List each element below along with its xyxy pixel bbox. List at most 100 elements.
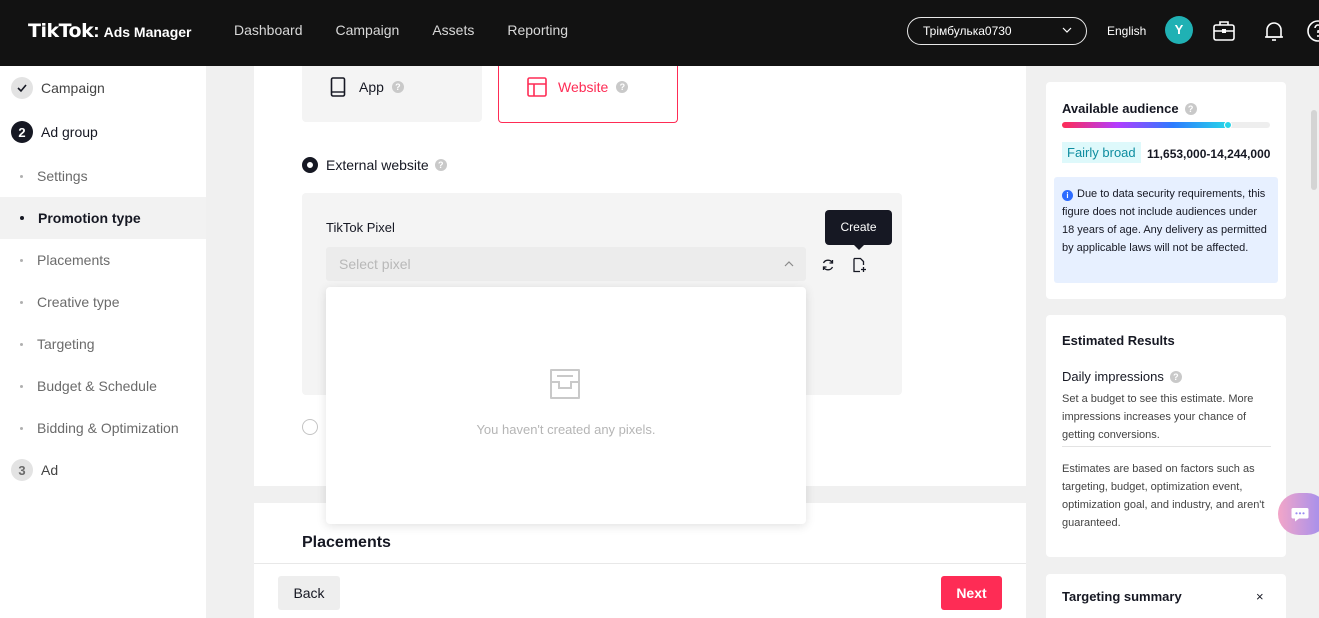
targeting-summary-title: Targeting summary [1062,589,1182,604]
bottom-action-bar [254,563,1026,618]
audience-meter-marker [1224,121,1233,129]
step-label: Ad [41,462,59,478]
top-bar: TikTok : Ads Manager Dashboard Campaign … [0,0,1319,66]
bullet [20,174,23,178]
sidebar-item-label: Settings [37,168,88,184]
sidebar-item-bidding-optimization[interactable]: Bidding & Optimization [0,407,206,449]
sidebar-item-label: Placements [37,252,111,268]
option-label: App [359,79,384,95]
sidebar-item-budget-schedule[interactable]: Budget & Schedule [0,365,206,407]
audience-breadth-badge: Fairly broad [1062,142,1141,163]
option-label: Website [558,79,609,95]
collapse-icon[interactable]: × [1256,589,1264,604]
sidebar-item-placements[interactable]: Placements [0,239,206,281]
language-switcher[interactable]: English [1107,24,1146,38]
bullet [20,300,23,304]
external-website-radio[interactable] [302,157,318,173]
logo-brand: TikTok [28,20,94,42]
sidebar-item-label: Bidding & Optimization [37,420,179,436]
help-icon[interactable]: ? [616,81,629,93]
sidebar-item-promotion-type[interactable]: Promotion type [0,197,206,239]
estimated-results-card: Estimated Results Daily impressions ? Se… [1046,315,1286,557]
chevron-down-icon [1062,27,1072,33]
bell-icon[interactable] [1262,19,1286,43]
chat-support-button[interactable] [1278,493,1319,535]
help-icon[interactable] [1306,19,1319,43]
help-icon[interactable]: ? [1184,102,1197,115]
pixel-title: TikTok Pixel [326,220,395,235]
targeting-summary-card: Targeting summary × [1046,574,1286,618]
logo-separator: : [93,21,100,42]
nav-campaign[interactable]: Campaign [336,22,400,38]
audience-title: Available audience [1062,101,1179,116]
bullet [20,258,23,262]
refresh-icon[interactable] [821,258,835,272]
avatar[interactable]: Y [1165,16,1193,44]
sidebar-item-creative-type[interactable]: Creative type [0,281,206,323]
create-pixel-icon[interactable] [851,257,867,273]
divider [1062,446,1271,447]
phone-icon [330,77,346,97]
account-name: Трімбулька0730 [923,24,1012,38]
audience-meter [1062,121,1270,129]
info-text: Due to data security requirements, this … [1062,188,1267,254]
next-button[interactable]: Next [941,576,1002,610]
step-number: 3 [11,459,33,481]
bullet [20,384,23,388]
nav-reporting[interactable]: Reporting [507,22,568,38]
sidebar-item-settings[interactable]: Settings [0,155,206,197]
website-layout-icon [527,77,547,97]
bullet [20,216,24,220]
audience-title-row: Available audience ? [1062,101,1197,116]
nav-dashboard[interactable]: Dashboard [234,22,303,38]
step-number: 2 [11,121,33,143]
check-icon [11,77,33,99]
promotion-option-website[interactable]: Website ? [498,66,678,123]
info-icon: i [1062,190,1073,201]
scrollbar[interactable] [1311,110,1317,190]
audience-meter-fill [1062,122,1229,128]
chevron-up-icon [784,261,794,267]
empty-inbox-icon [550,369,580,399]
placements-title: Placements [302,534,391,551]
help-icon[interactable]: ? [391,81,404,93]
tooltip-arrow [853,244,865,250]
empty-state-text: You haven't created any pixels. [476,422,656,437]
estimate-disclaimer: Estimates are based on factors such as t… [1062,463,1265,529]
daily-impressions-row: Daily impressions ? [1062,369,1182,384]
step-label: Campaign [41,80,105,96]
sidebar-item-label: Budget & Schedule [37,378,157,394]
daily-impressions-title: Daily impressions [1062,369,1164,384]
promotion-option-app[interactable]: App ? [302,66,482,122]
sidebar-item-label: Targeting [37,336,95,352]
estimated-title: Estimated Results [1062,333,1175,348]
briefcase-icon[interactable] [1212,19,1236,43]
create-tooltip: Create [825,210,892,245]
pixel-select[interactable]: Select pixel [326,247,806,281]
sidebar-item-targeting[interactable]: Targeting [0,323,206,365]
chat-icon [1291,508,1309,522]
step-ad-group[interactable]: 2 Ad group [11,121,98,143]
step-label: Ad group [41,124,98,140]
daily-impressions-text: Set a budget to see this estimate. More … [1062,393,1254,441]
pixel-placeholder: Select pixel [339,256,411,272]
nav-assets[interactable]: Assets [432,22,474,38]
tiktok-ads-manager-logo[interactable]: TikTok : Ads Manager [28,20,192,43]
sidebar-item-label: Promotion type [38,210,141,226]
ad-creation-steps-sidebar: Campaign 2 Ad group Settings Promotion t… [0,66,206,618]
bullet [20,426,23,430]
step-ad[interactable]: 3 Ad [11,459,58,481]
app-radio[interactable] [302,419,318,435]
sidebar-item-label: Creative type [37,294,120,310]
help-icon[interactable]: ? [434,159,447,171]
account-selector[interactable]: Трімбулька0730 [907,17,1087,45]
audience-info-note: i Due to data security requirements, this… [1054,177,1278,283]
back-button[interactable]: Back [278,576,340,610]
main-nav: Dashboard Campaign Assets Reporting [234,22,601,38]
logo-product: Ads Manager [103,24,192,40]
step-campaign[interactable]: Campaign [11,77,105,99]
help-icon[interactable]: ? [1169,370,1182,383]
option-content: App ? [330,77,404,97]
option-content: Website ? [527,77,629,97]
pixel-dropdown: You haven't created any pixels. [326,287,806,524]
